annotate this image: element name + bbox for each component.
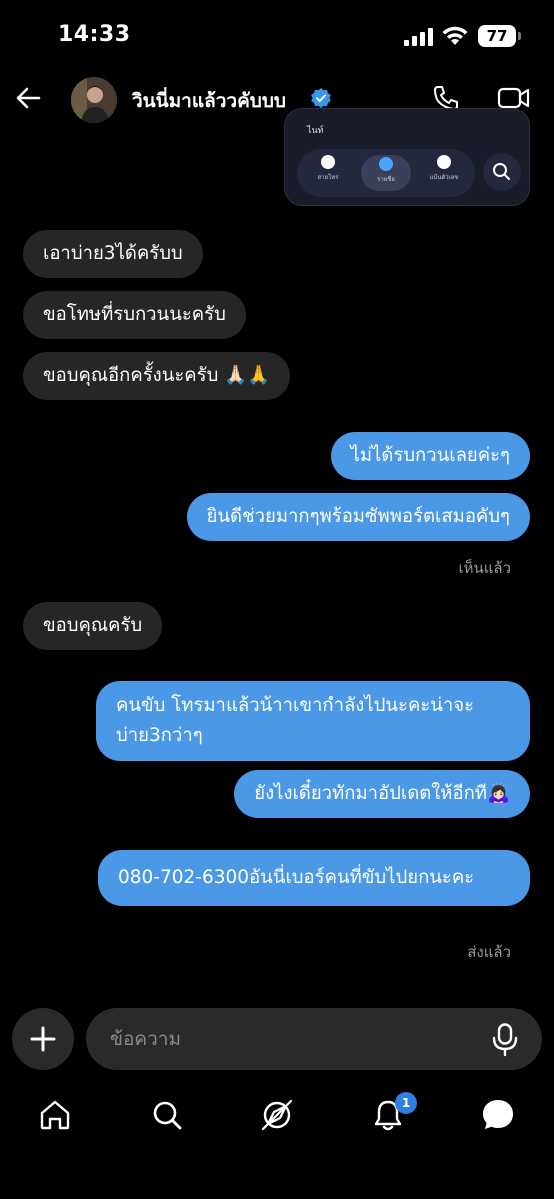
status-bar: 14:33 77 <box>0 0 554 70</box>
message-bubble-outgoing[interactable]: ยินดีช่วยมากๆพร้อมซัพพอร์ตเสมอคับๆ <box>186 493 530 541</box>
search-icon[interactable] <box>150 1098 184 1132</box>
notification-count-badge: 1 <box>395 1092 417 1114</box>
message-bubble-outgoing[interactable]: ไม่ได้รบกวนเลยค่ะๆ <box>330 432 530 480</box>
battery-indicator: 77 <box>478 25 521 47</box>
message-bubble-incoming[interactable]: เอาบ่าย3ได้ครับบ <box>23 230 203 278</box>
add-attachment-button[interactable] <box>12 1008 74 1070</box>
message-composer <box>0 1005 554 1075</box>
message-bubble-outgoing[interactable]: ยังไงเดี๋ยวทักมาอัปเดตให้อีกที🙇🏻‍♀️ <box>234 770 530 818</box>
bottom-navigation: 1 <box>0 1090 554 1150</box>
wifi-icon <box>442 26 468 45</box>
microphone-icon[interactable] <box>492 1023 518 1057</box>
home-icon[interactable] <box>38 1098 72 1132</box>
message-bubble-incoming[interactable]: ขอบคุณครับ <box>23 602 163 650</box>
avatar[interactable] <box>71 77 117 123</box>
messages-chat-icon[interactable] <box>481 1098 515 1132</box>
cellular-signal-icon <box>404 28 433 46</box>
shared-image-message[interactable]: ไนท์ สายโทร รายชื่อ แป้นตัวเลข <box>284 108 530 206</box>
verified-badge-icon <box>311 88 331 108</box>
shared-image-tab-keypad: แป้นตัวเลข <box>419 155 469 182</box>
plus-icon <box>30 1026 56 1052</box>
shared-image-tab-calls: สายโทร <box>303 155 353 182</box>
shared-image-tab-bar: สายโทร รายชื่อ แป้นตัวเลข <box>297 149 475 197</box>
contact-name[interactable]: วินนี่มาแล้ววคับบบ <box>132 86 286 116</box>
status-time: 14:33 <box>58 22 131 47</box>
keypad-icon <box>437 155 451 169</box>
seen-status: เห็นแล้ว <box>458 559 511 577</box>
explore-icon[interactable] <box>260 1098 294 1132</box>
back-arrow-icon[interactable] <box>14 84 42 112</box>
person-icon <box>379 157 393 171</box>
shared-image-text: ไนท์ <box>307 126 324 136</box>
shared-image-tab-contacts: รายชื่อ <box>361 155 411 191</box>
message-bubble-incoming[interactable]: ขอโทษที่รบกวนนะครับ <box>23 291 246 339</box>
message-bubble-incoming[interactable]: ขอบคุณอีกครั้งนะครับ 🙏🏻🙏 <box>23 352 291 400</box>
search-icon <box>483 153 521 191</box>
message-bubble-outgoing[interactable]: 080-702-6300อันนี่เบอร์คนที่ขับไปยกนะคะ <box>98 850 530 906</box>
clock-icon <box>321 155 335 169</box>
sent-status: ส่งแล้ว <box>467 943 511 961</box>
message-bubble-outgoing[interactable]: คนขับ โทรมาแล้วน้าาเขากำลังไปนะคะน่าจะบ่… <box>96 681 530 761</box>
message-input[interactable] <box>86 1008 542 1070</box>
avatar-photo <box>71 77 117 123</box>
